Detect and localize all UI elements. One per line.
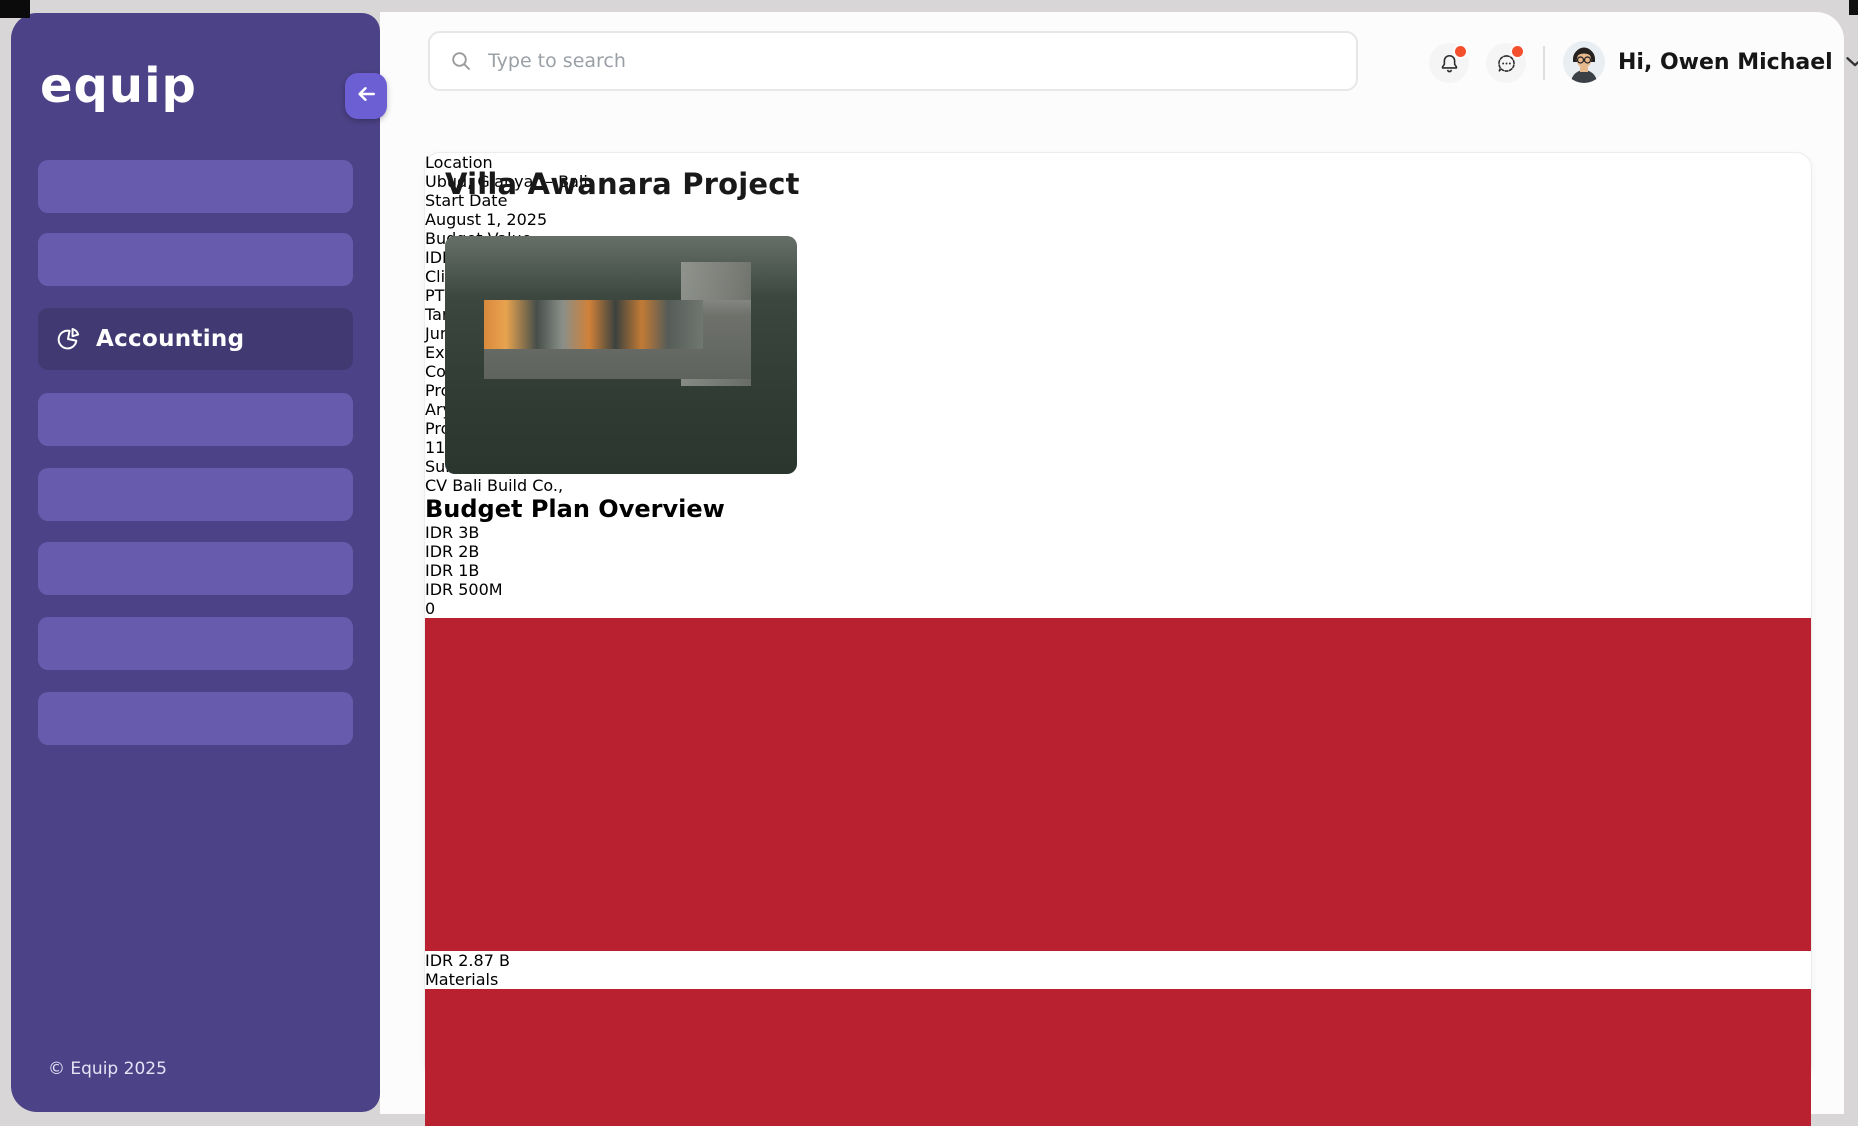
- sidebar-item-placeholder-5[interactable]: [38, 542, 353, 595]
- bar-value-label: IDR 2.87 B: [425, 950, 510, 970]
- copyright-text: © Equip 2025: [48, 1059, 167, 1079]
- user-avatar: [1563, 41, 1605, 83]
- sidebar-item-placeholder-7[interactable]: [38, 692, 353, 745]
- photo-upper-windows: [483, 300, 704, 349]
- bar-labor[interactable]: [425, 988, 1811, 1126]
- user-greeting: Hi, Owen Michael: [1618, 49, 1833, 75]
- budget-bar-chart: IDR 3B IDR 2B IDR 1B IDR 500M 0 IDR 2.87 B Mat…: [425, 523, 1811, 1126]
- sidebar-item-accounting[interactable]: Accounting: [38, 308, 353, 370]
- notifications-button[interactable]: [1429, 43, 1469, 83]
- search-icon: [430, 50, 472, 72]
- y-axis-tick-label: IDR 1B: [425, 561, 480, 580]
- project-photo: [445, 236, 797, 474]
- sidebar-item-placeholder-3[interactable]: [38, 393, 353, 446]
- message-badge-dot: [1510, 44, 1525, 59]
- sidebar-item-placeholder-4[interactable]: [38, 468, 353, 521]
- pie-chart-icon: [55, 326, 81, 352]
- sidebar-item-placeholder-2[interactable]: [38, 233, 353, 286]
- project-card: Villa Awanara Project Location Ubud, Gia…: [424, 152, 1812, 1126]
- equip-logo: equip: [40, 58, 197, 114]
- topbar-divider: [1543, 46, 1545, 80]
- notification-badge-dot: [1453, 44, 1468, 59]
- search-bar: [428, 31, 1358, 91]
- detail-value: CV Bali Build Co.,: [425, 476, 564, 495]
- project-title: Villa Awanara Project: [445, 167, 800, 201]
- sidebar-item-placeholder-6[interactable]: [38, 617, 353, 670]
- chart-title: Budget Plan Overview: [425, 495, 725, 523]
- screen-corner-artifact: [1849, 0, 1858, 15]
- user-menu[interactable]: Hi, Owen Michael: [1563, 38, 1858, 86]
- x-axis-label: Materials: [425, 969, 499, 989]
- app-root: equip Accounting © Equip 2025 Type to se…: [0, 0, 1858, 1126]
- chevron-down-icon: [1846, 57, 1858, 67]
- sidebar-item-label: Accounting: [96, 326, 245, 352]
- photo-upper-floor: [483, 300, 752, 379]
- y-axis-tick-label: 0: [425, 599, 436, 618]
- sidebar-collapse-button[interactable]: [345, 73, 387, 119]
- messages-button[interactable]: [1486, 43, 1526, 83]
- y-axis-tick-label: IDR 500M: [425, 580, 503, 599]
- bar-materials[interactable]: [425, 618, 1811, 951]
- y-axis-tick-label: IDR 3B: [425, 523, 480, 542]
- sidebar: equip Accounting © Equip 2025: [11, 13, 387, 1112]
- sidebar-item-placeholder-1[interactable]: [38, 160, 353, 213]
- detail-value: August 1, 2025: [425, 210, 548, 229]
- arrow-left-icon: [355, 83, 377, 109]
- y-axis-tick-label: IDR 2B: [425, 542, 480, 561]
- search-input[interactable]: [486, 49, 1356, 73]
- screen-corner-artifact: [0, 0, 30, 18]
